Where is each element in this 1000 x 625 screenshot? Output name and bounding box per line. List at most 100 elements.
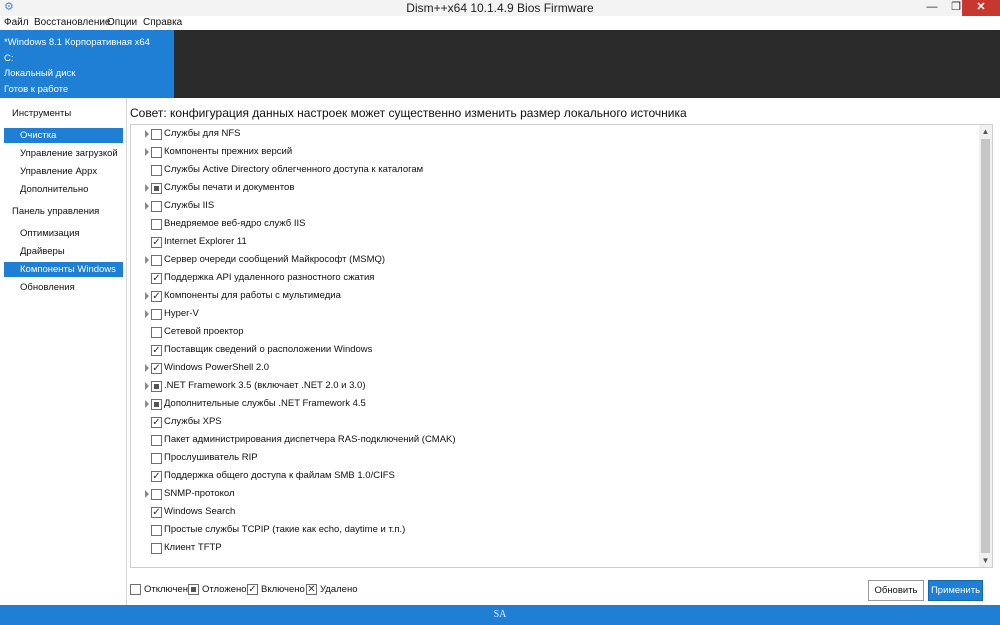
feature-row[interactable]: Клиент TFTP [131,540,976,558]
feature-row[interactable]: Службы для NFS [131,126,976,144]
refresh-button[interactable]: Обновить [868,580,924,601]
feature-row[interactable]: Сервер очереди сообщений Майкрософт (MSM… [131,252,976,270]
checkbox-partial-icon [188,584,199,595]
feature-checkbox-checked[interactable]: ✓ [151,417,162,428]
feature-checkbox[interactable] [151,489,162,500]
feature-checkbox[interactable] [151,165,162,176]
feature-row[interactable]: Дополнительные службы .NET Framework 4.5 [131,396,976,414]
feature-row[interactable]: Прослушиватель RIP [131,450,976,468]
expand-arrow-icon[interactable] [145,364,149,372]
session-header: *Windows 8.1 Корпоративная x64 C: Локаль… [0,30,1000,98]
feature-row[interactable]: ✓ Поставщик сведений о расположении Windo… [131,342,976,360]
feature-label: Компоненты прежних версий [164,146,293,157]
window-title: Dism++x64 10.1.4.9 Bios Firmware [406,1,594,15]
menu-help[interactable]: Справка [143,17,182,28]
expand-arrow-icon[interactable] [145,202,149,210]
scroll-down-icon[interactable]: ▼ [979,554,992,567]
expand-arrow-icon[interactable] [145,382,149,390]
feature-checkbox-partial[interactable] [151,183,162,194]
feature-label: Службы XPS [164,416,222,427]
feature-row[interactable]: Hyper-V [131,306,976,324]
feature-row[interactable]: ✓ Internet Explorer 11 [131,234,976,252]
feature-checkbox[interactable] [151,309,162,320]
feature-label: Windows PowerShell 2.0 [164,362,270,373]
feature-row[interactable]: Службы IIS [131,198,976,216]
sidebar-item-updates[interactable]: Обновления [4,280,123,295]
vertical-scrollbar[interactable]: ▲ ▼ [979,125,992,567]
feature-row[interactable]: Службы Active Directory облегченного дос… [131,162,976,180]
feature-label: Службы IIS [164,200,215,211]
feature-label: Пакет администрирования диспетчера RAS-п… [164,434,456,445]
sidebar-item-optimization[interactable]: Оптимизация [4,226,123,241]
feature-row[interactable]: ✓ Windows PowerShell 2.0 [131,360,976,378]
feature-checkbox-checked[interactable]: ✓ [151,363,162,374]
menu-options[interactable]: Опции [107,17,137,28]
feature-checkbox-checked[interactable]: ✓ [151,291,162,302]
checkbox-removed-icon: ✕ [306,584,317,595]
feature-checkbox-checked[interactable]: ✓ [151,471,162,482]
sidebar-item-cleanup[interactable]: Очистка [4,128,123,143]
feature-row[interactable]: ✓ Компоненты для работы с мультимедиа [131,288,976,306]
status-bar: SA [0,605,1000,625]
feature-label: SNMP-протокол [164,488,235,499]
sidebar-item-windows-features[interactable]: Компоненты Windows [4,262,123,277]
feature-checkbox[interactable] [151,525,162,536]
feature-row[interactable]: ✓ Поддержка общего доступа к файлам SMB 1… [131,468,976,486]
scroll-thumb[interactable] [981,139,990,553]
image-disk-type: Локальный диск [4,68,76,79]
sidebar-section-control-panel: Панель управления [12,206,100,217]
menu-file[interactable]: Файл [4,17,29,28]
scroll-up-icon[interactable]: ▲ [979,125,992,138]
sidebar-item-drivers[interactable]: Драйверы [4,244,123,259]
feature-row[interactable]: Пакет администрирования диспетчера RAS-п… [131,432,976,450]
expand-arrow-icon[interactable] [145,400,149,408]
feature-row[interactable]: Компоненты прежних версий [131,144,976,162]
sidebar-item-appx[interactable]: Управление Appx [4,164,123,179]
expand-arrow-icon[interactable] [145,310,149,318]
feature-checkbox-partial[interactable] [151,381,162,392]
feature-row[interactable]: ✓ Поддержка API удаленного разностного сж… [131,270,976,288]
image-info-panel[interactable]: *Windows 8.1 Корпоративная x64 C: Локаль… [0,30,174,98]
apply-button[interactable]: Применить [928,580,983,601]
feature-row[interactable]: Сетевой проектор [131,324,976,342]
feature-row[interactable]: ✓ Службы XPS [131,414,976,432]
feature-checkbox-checked[interactable]: ✓ [151,345,162,356]
feature-checkbox[interactable] [151,255,162,266]
feature-checkbox[interactable] [151,201,162,212]
feature-label: Компоненты для работы с мультимедиа [164,290,341,301]
feature-checkbox-partial[interactable] [151,399,162,410]
expand-arrow-icon[interactable] [145,148,149,156]
feature-label: Сервер очереди сообщений Майкрософт (MSM… [164,254,386,265]
feature-label: Простые службы TCPIP (такие как echo, da… [164,524,406,535]
feature-row[interactable]: SNMP-протокол [131,486,976,504]
expand-arrow-icon[interactable] [145,292,149,300]
feature-row[interactable]: .NET Framework 3.5 (включает .NET 2.0 и … [131,378,976,396]
feature-row[interactable]: Простые службы TCPIP (такие как echo, da… [131,522,976,540]
feature-checkbox[interactable] [151,219,162,230]
feature-row[interactable]: Службы печати и документов [131,180,976,198]
sidebar-item-boot[interactable]: Управление загрузкой [4,146,123,161]
sidebar-item-advanced[interactable]: Дополнительно [4,182,123,197]
menu-restore[interactable]: Восстановление [34,17,111,28]
feature-checkbox-checked[interactable]: ✓ [151,507,162,518]
minimize-button[interactable]: — [920,0,944,16]
feature-checkbox[interactable] [151,453,162,464]
feature-checkbox[interactable] [151,435,162,446]
expand-arrow-icon[interactable] [145,184,149,192]
expand-arrow-icon[interactable] [145,130,149,138]
feature-checkbox[interactable] [151,327,162,338]
feature-label: Hyper-V [164,308,199,319]
feature-checkbox-checked[interactable]: ✓ [151,273,162,284]
feature-checkbox[interactable] [151,129,162,140]
expand-arrow-icon[interactable] [145,490,149,498]
legend-removed-label: Удалено [320,584,358,595]
feature-row[interactable]: Внедряемое веб-ядро служб IIS [131,216,976,234]
feature-row[interactable]: ✓ Windows Search [131,504,976,522]
feature-checkbox[interactable] [151,543,162,554]
feature-list[interactable]: Службы для NFS Компоненты прежних версий С… [130,124,993,568]
image-drive: C: [4,52,14,64]
feature-checkbox[interactable] [151,147,162,158]
close-button[interactable]: ✕ [962,0,1000,16]
expand-arrow-icon[interactable] [145,256,149,264]
feature-checkbox-checked[interactable]: ✓ [151,237,162,248]
